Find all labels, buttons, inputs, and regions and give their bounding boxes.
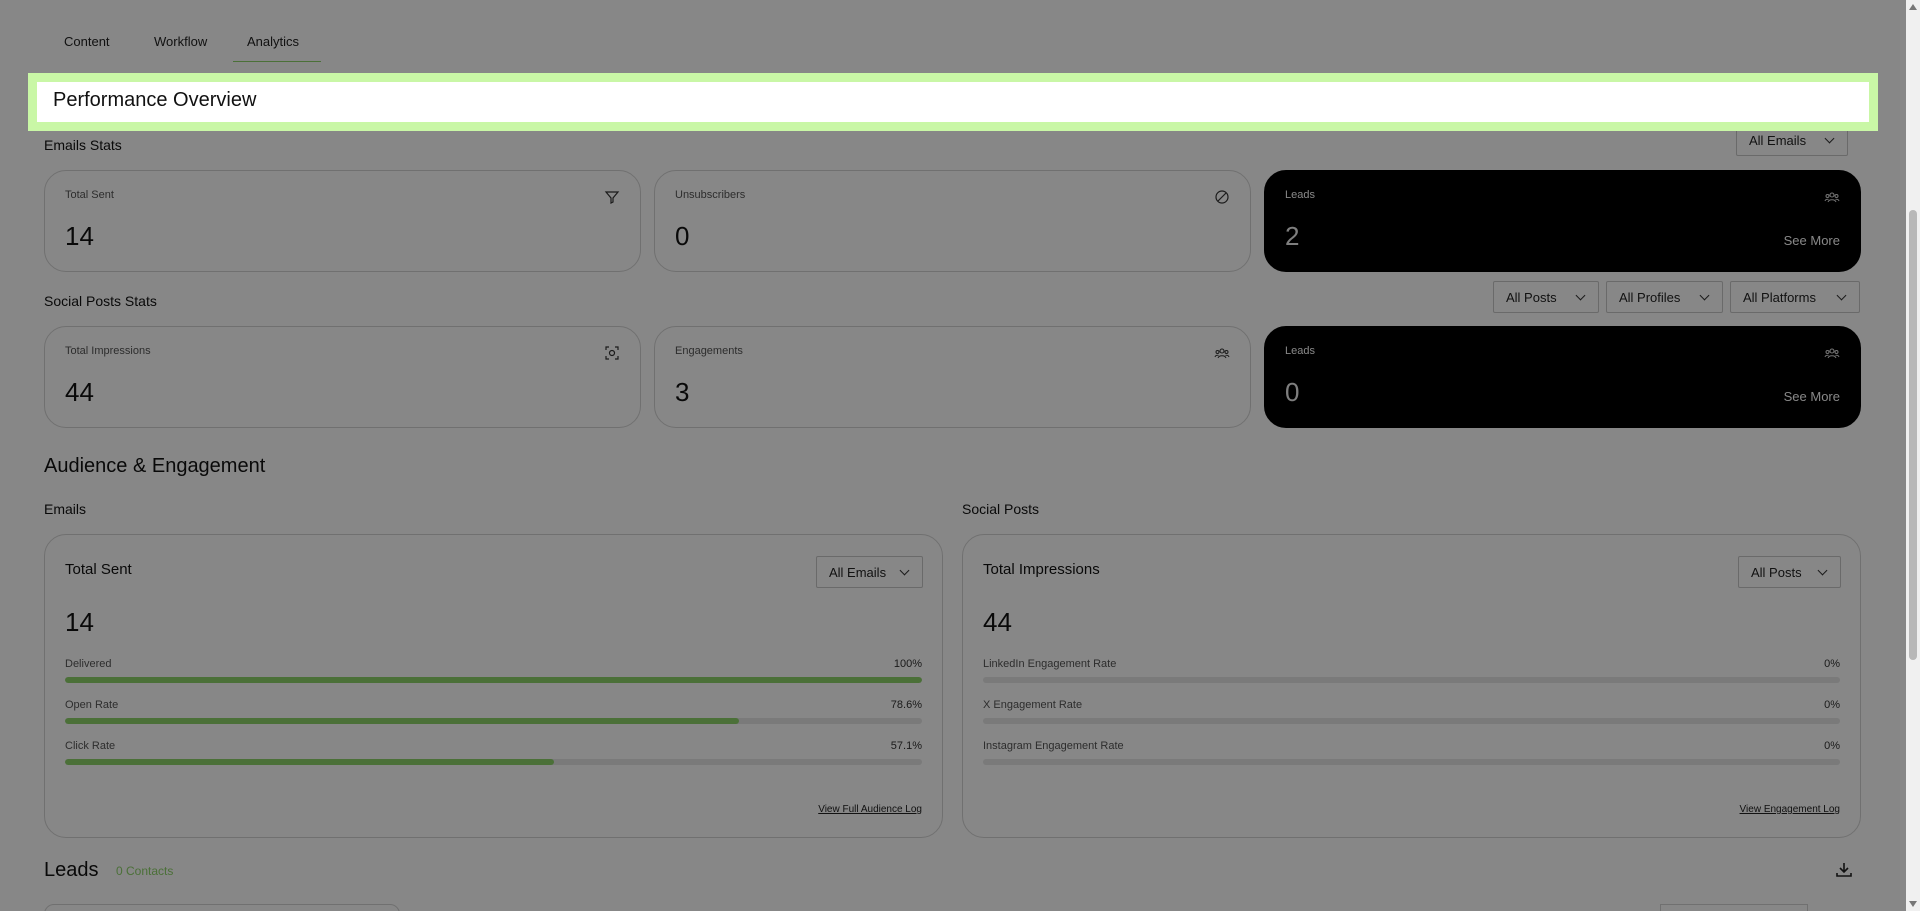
total-impressions-card: Total Impressions 44 <box>44 326 641 428</box>
card-value: 2 <box>1285 221 1300 251</box>
filter-icon <box>604 191 620 204</box>
progress-track <box>983 677 1840 683</box>
tab-analytics[interactable]: Analytics <box>233 28 321 62</box>
metric-value: 0% <box>1824 740 1840 752</box>
select-label: All Posts <box>1506 289 1557 305</box>
all-platforms-select[interactable]: All Platforms <box>1730 281 1860 313</box>
metric-value: 78.6% <box>890 699 922 711</box>
see-more-link[interactable]: See More <box>1784 233 1840 248</box>
select-label: All Emails <box>829 564 887 580</box>
social-audience-panel: Total Impressions All Posts 44 LinkedIn … <box>962 534 1861 838</box>
tab-workflow[interactable]: Workflow <box>140 28 233 62</box>
card-label: Leads <box>1285 345 1315 357</box>
chevron-down-icon <box>900 567 910 577</box>
chevron-down-icon <box>1825 135 1835 145</box>
card-label: Leads <box>1285 189 1315 201</box>
card-label: Total Impressions <box>65 345 151 357</box>
leads-title: Leads <box>44 859 99 881</box>
focus-icon <box>605 346 619 360</box>
progress-track <box>65 718 922 724</box>
metric-label: LinkedIn Engagement Rate <box>983 658 1117 670</box>
leads-search-box[interactable] <box>44 904 400 911</box>
metric-label: Click Rate <box>65 740 116 752</box>
scroll-up-arrow-icon[interactable] <box>1909 4 1917 10</box>
performance-overview-title: Performance Overview <box>53 89 257 111</box>
emails-audience-panel: Total Sent All Emails 14 Delivered 100% … <box>44 534 943 838</box>
emails-heading: Emails <box>44 501 87 517</box>
panel-value: 44 <box>983 607 1012 637</box>
metric-linkedin-engagement: LinkedIn Engagement Rate 0% <box>983 658 1840 688</box>
scroll-down-arrow-icon[interactable] <box>1909 901 1917 907</box>
card-value: 14 <box>65 221 94 251</box>
people-icon <box>1824 348 1840 359</box>
progress-track <box>65 759 922 765</box>
social-posts-heading: Social Posts <box>962 501 1040 517</box>
panel-title: Total Sent <box>65 561 132 578</box>
progress-track <box>983 718 1840 724</box>
chevron-down-icon <box>1818 567 1828 577</box>
view-audience-log-link[interactable]: View Full Audience Log <box>818 804 922 815</box>
chevron-down-icon <box>1700 292 1710 302</box>
progress-fill <box>65 759 555 765</box>
metric-instagram-engagement: Instagram Engagement Rate 0% <box>983 740 1840 770</box>
card-label: Unsubscribers <box>675 189 746 201</box>
unsubscribers-card: Unsubscribers 0 <box>654 170 1251 272</box>
tab-bar: Content Workflow Analytics <box>50 28 321 62</box>
metric-click-rate: Click Rate 57.1% <box>65 740 922 770</box>
select-label: All Platforms <box>1743 289 1816 305</box>
progress-track <box>983 759 1840 765</box>
download-icon[interactable] <box>1834 860 1854 880</box>
metric-value: 57.1% <box>890 740 922 752</box>
metric-label: Delivered <box>65 658 112 670</box>
social-leads-card[interactable]: Leads 0 See More <box>1264 326 1861 428</box>
emails-stats-title: Emails Stats <box>44 137 122 153</box>
tab-content[interactable]: Content <box>50 28 140 62</box>
select-label: All Emails <box>1749 132 1807 148</box>
panel-title: Total Impressions <box>983 561 1100 578</box>
performance-overview-highlight: Performance Overview <box>28 73 1878 131</box>
block-icon <box>1215 190 1229 204</box>
card-value: 0 <box>675 221 690 251</box>
view-engagement-log-link[interactable]: View Engagement Log <box>1740 804 1840 815</box>
all-posts-select[interactable]: All Posts <box>1493 281 1599 313</box>
see-more-link[interactable]: See More <box>1784 389 1840 404</box>
metric-delivered: Delivered 100% <box>65 658 922 688</box>
chevron-down-icon <box>1837 292 1847 302</box>
people-icon <box>1214 348 1230 359</box>
metric-label: X Engagement Rate <box>983 699 1083 711</box>
progress-fill <box>65 718 739 724</box>
leads-filter-select[interactable] <box>1660 904 1808 911</box>
select-label: All Profiles <box>1619 289 1681 305</box>
metric-label: Open Rate <box>65 699 119 711</box>
people-icon <box>1824 192 1840 203</box>
progress-track <box>65 677 922 683</box>
chevron-down-icon <box>1576 292 1586 302</box>
audience-engagement-title: Audience & Engagement <box>44 455 266 477</box>
select-label: All Posts <box>1751 564 1802 580</box>
metric-value: 0% <box>1824 658 1840 670</box>
metric-label: Instagram Engagement Rate <box>983 740 1124 752</box>
total-sent-card: Total Sent 14 <box>44 170 641 272</box>
contacts-count: 0 Contacts <box>116 864 174 878</box>
metric-x-engagement: X Engagement Rate 0% <box>983 699 1840 729</box>
progress-fill <box>65 677 922 683</box>
email-leads-card[interactable]: Leads 2 See More <box>1264 170 1861 272</box>
social-stats-title: Social Posts Stats <box>44 293 157 309</box>
metric-value: 0% <box>1824 699 1840 711</box>
page-scrollbar[interactable] <box>1906 0 1920 911</box>
metric-value: 100% <box>893 658 922 670</box>
engagements-card: Engagements 3 <box>654 326 1251 428</box>
card-label: Engagements <box>675 345 743 357</box>
card-value: 3 <box>675 377 690 407</box>
all-profiles-select[interactable]: All Profiles <box>1606 281 1723 313</box>
card-value: 0 <box>1285 377 1300 407</box>
panel-value: 14 <box>65 607 94 637</box>
scroll-thumb[interactable] <box>1909 210 1917 660</box>
all-emails-select[interactable]: All Emails <box>816 556 923 588</box>
card-label: Total Sent <box>65 189 114 201</box>
all-posts-select[interactable]: All Posts <box>1738 556 1841 588</box>
card-value: 44 <box>65 377 94 407</box>
metric-open-rate: Open Rate 78.6% <box>65 699 922 729</box>
analytics-page: Content Workflow Analytics Emails Stats … <box>0 0 1920 911</box>
